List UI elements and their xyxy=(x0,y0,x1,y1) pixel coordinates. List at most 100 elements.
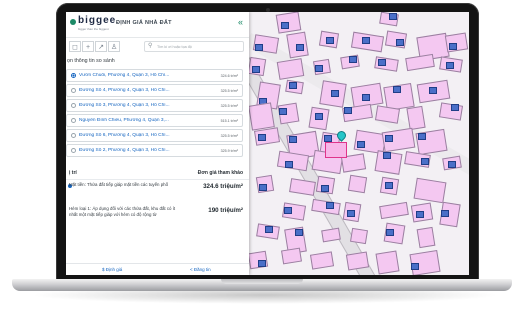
draw-polygon-icon[interactable]: ◻ xyxy=(69,41,81,52)
land-parcel[interactable] xyxy=(347,174,368,194)
option-price: 325.5 tr/m² xyxy=(220,133,238,138)
building-marker-icon xyxy=(386,229,394,236)
building-marker-icon xyxy=(259,184,267,191)
building-marker-icon xyxy=(421,158,429,165)
land-parcel[interactable] xyxy=(281,247,302,265)
building-marker-icon xyxy=(265,226,273,233)
search-input[interactable] xyxy=(157,43,241,51)
radio-button[interactable] xyxy=(71,88,76,93)
building-marker-icon xyxy=(281,22,289,29)
compare-option[interactable]: Nguyễn Đình Chiểu, Phường 4, Quận 3,... … xyxy=(66,114,243,127)
row-description: Mặt tiền: Thửa đất tiếp giáp mặt tiền cá… xyxy=(69,182,169,187)
search-icon: ⚲ xyxy=(148,43,153,49)
building-marker-icon xyxy=(255,44,263,51)
radio-button[interactable] xyxy=(71,133,76,138)
radio-button[interactable] xyxy=(71,118,76,123)
biggee-logo[interactable]: biggee bigger than the biggest xyxy=(70,14,115,34)
land-parcel[interactable] xyxy=(276,58,305,80)
post-listing-button[interactable]: < Đăng tin xyxy=(190,266,211,274)
land-parcel[interactable] xyxy=(379,201,409,220)
building-marker-icon xyxy=(295,229,303,236)
laptop-screen: biggee bigger than the biggest ĐỊNH GIÁ … xyxy=(66,12,469,275)
land-parcel[interactable] xyxy=(416,226,436,249)
building-marker-icon xyxy=(418,133,426,140)
compare-option[interactable]: Đường Số 2, Phường 4, Quận 3, Hồ Chí... … xyxy=(66,144,243,157)
building-marker-icon xyxy=(385,182,393,189)
building-marker-icon xyxy=(441,210,449,217)
building-marker-icon xyxy=(357,141,365,148)
collapse-panel-icon[interactable]: « xyxy=(238,17,243,27)
trend-icon[interactable]: ↗ xyxy=(95,41,107,52)
land-parcel[interactable] xyxy=(248,102,275,131)
building-marker-icon xyxy=(385,135,393,142)
compare-option[interactable]: Đường Số 6, Phường 4, Quận 3, Hồ Chí... … xyxy=(66,129,243,142)
building-marker-icon xyxy=(451,104,459,111)
building-marker-icon xyxy=(449,43,457,50)
building-marker-icon xyxy=(393,86,401,93)
building-marker-icon xyxy=(362,37,370,44)
option-price: 325.5 tr/m² xyxy=(220,88,238,93)
add-icon[interactable]: + xyxy=(82,41,94,52)
building-marker-icon xyxy=(296,44,304,51)
panel-header: biggee bigger than the biggest ĐỊNH GIÁ … xyxy=(66,12,249,38)
land-parcel[interactable] xyxy=(350,227,368,245)
building-marker-icon xyxy=(446,62,454,69)
building-marker-icon xyxy=(252,66,260,73)
search-box: ⚲ xyxy=(144,41,244,52)
logo-tagline: bigger than the biggest xyxy=(78,27,109,31)
valuate-button[interactable]: $ Định giá xyxy=(102,266,122,274)
option-address: Đường Số 4, Phường 4, Quận 3, Hồ Chí... xyxy=(79,88,170,93)
building-marker-icon xyxy=(279,108,287,115)
option-price: 324.6 tr/m² xyxy=(220,73,238,78)
laptop-notch xyxy=(221,279,303,284)
land-parcel[interactable] xyxy=(413,177,447,204)
option-address: Đường Số 6, Phường 4, Quận 3, Hồ Chí... xyxy=(79,133,170,138)
building-marker-icon xyxy=(289,82,297,89)
land-parcel[interactable] xyxy=(289,178,316,196)
table-row: Hẻm loại 1: Áp dụng đối với các thửa đất… xyxy=(66,204,249,230)
compare-option[interactable]: Đường Số 3, Phường 4, Quận 3, Hồ Chí... … xyxy=(66,99,243,112)
compare-options: Vườn Chuối, Phường 4, Quận 3, Hồ Chí... … xyxy=(66,69,249,157)
building-marker-icon xyxy=(448,161,456,168)
column-price: Đơn giá tham khảo xyxy=(197,170,243,176)
parcel-map[interactable] xyxy=(209,12,469,275)
land-parcel[interactable] xyxy=(345,251,370,271)
building-marker-icon xyxy=(378,59,386,66)
land-parcel[interactable] xyxy=(405,53,435,72)
option-address: Nguyễn Đình Chiểu, Phường 4, Quận 3,... xyxy=(79,118,169,123)
land-parcel[interactable] xyxy=(276,150,310,172)
building-marker-icon xyxy=(411,263,419,270)
map-toolbar: ◻ + ↗ ♙ ⚲ xyxy=(66,38,249,55)
radio-button[interactable] xyxy=(71,103,76,108)
land-parcel[interactable] xyxy=(406,105,426,131)
building-marker-icon xyxy=(326,202,334,209)
building-marker-icon xyxy=(326,37,334,44)
building-marker-icon xyxy=(396,39,404,46)
compare-heading: ọn thông tin so sánh xyxy=(67,58,115,64)
building-marker-icon xyxy=(315,113,323,120)
option-address: Vườn Chuối, Phường 4, Quận 3, Hồ Chí... xyxy=(79,73,170,78)
option-address: Đường Số 2, Phường 4, Quận 3, Hồ Chí... xyxy=(79,148,170,153)
table-row: Mặt tiền: Thửa đất tiếp giáp mặt tiền cá… xyxy=(66,180,249,204)
radio-button[interactable] xyxy=(71,148,76,153)
logo-text: biggee xyxy=(78,15,117,26)
page-title: ĐỊNH GIÁ NHÀ ĐẤT xyxy=(116,20,172,26)
building-marker-icon xyxy=(344,107,352,114)
option-address: Đường Số 3, Phường 4, Quận 3, Hồ Chí... xyxy=(79,103,170,108)
building-marker-icon xyxy=(285,161,293,168)
building-marker-icon xyxy=(362,94,370,101)
compare-option[interactable]: Đường Số 4, Phường 4, Quận 3, Hồ Chí... … xyxy=(66,84,243,97)
selected-parcel[interactable] xyxy=(325,142,347,158)
user-icon[interactable]: ♙ xyxy=(108,41,120,52)
building-marker-icon xyxy=(349,56,357,63)
building-marker-icon xyxy=(315,65,323,72)
land-parcel[interactable] xyxy=(309,251,335,270)
building-marker-icon xyxy=(258,260,266,267)
price-table-header: ị trí Đơn giá tham khảo xyxy=(66,167,249,180)
building-marker-icon xyxy=(324,135,332,142)
land-parcel[interactable] xyxy=(375,250,400,275)
building-marker-icon xyxy=(284,207,292,214)
radio-selected[interactable] xyxy=(71,73,76,78)
building-marker-icon xyxy=(429,87,437,94)
compare-option[interactable]: Vườn Chuối, Phường 4, Quận 3, Hồ Chí... … xyxy=(66,69,243,82)
